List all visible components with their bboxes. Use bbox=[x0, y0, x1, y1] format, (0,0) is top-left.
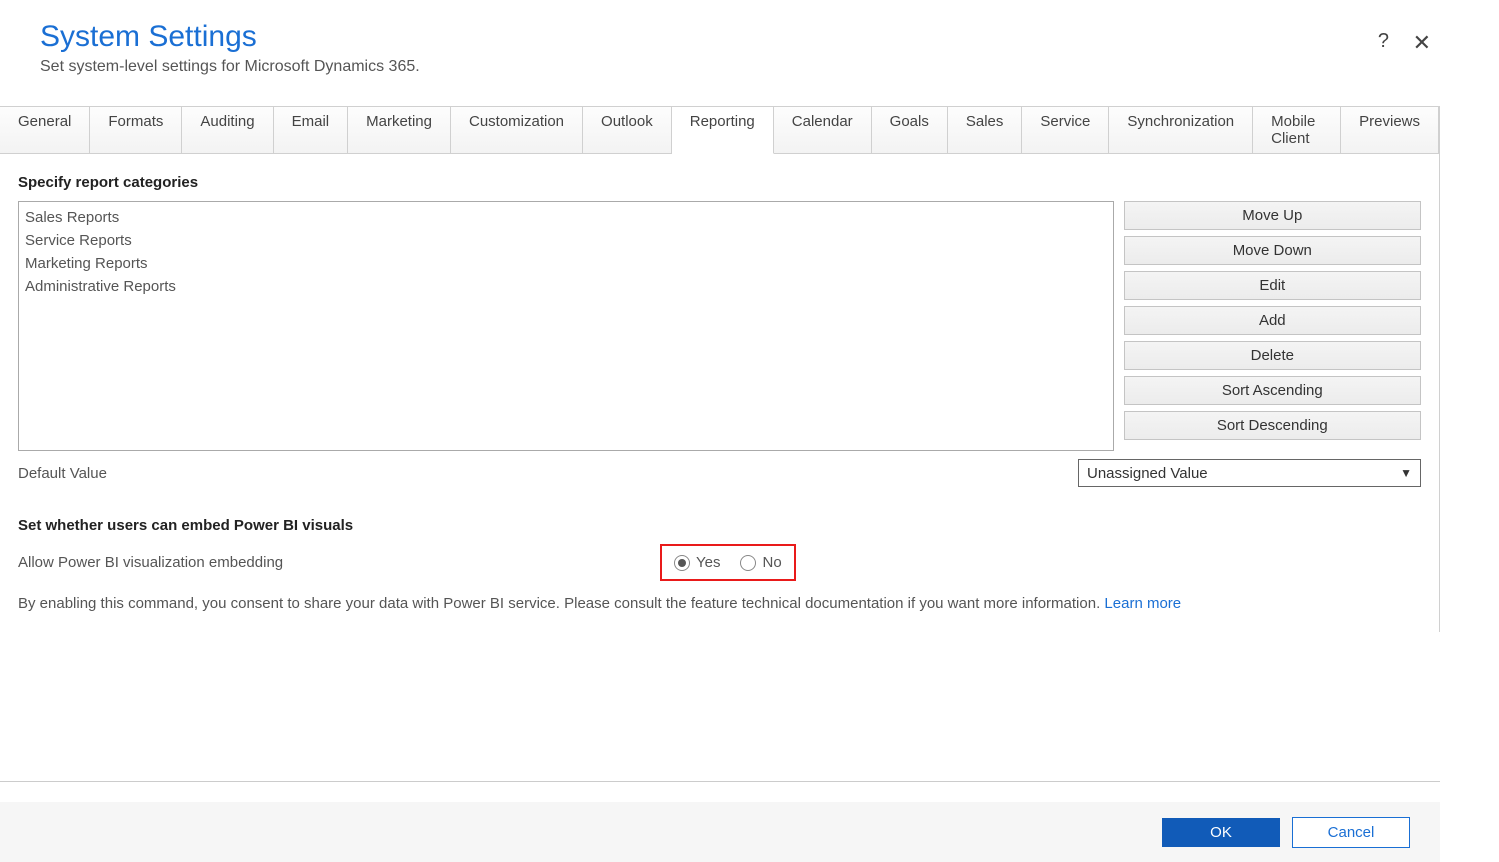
radio-circle-icon bbox=[740, 555, 756, 571]
tab-formats[interactable]: Formats bbox=[90, 107, 182, 153]
page-subtitle: Set system-level settings for Microsoft … bbox=[40, 58, 1459, 76]
dialog-footer: OK Cancel bbox=[0, 802, 1440, 862]
listbox-actions: Move Up Move Down Edit Add Delete Sort Ascend… bbox=[1124, 201, 1421, 451]
move-up-button[interactable]: Move Up bbox=[1124, 201, 1421, 230]
tab-service[interactable]: Service bbox=[1022, 107, 1109, 153]
default-value-label: Default Value bbox=[18, 465, 1078, 482]
powerbi-radio-group: Yes No bbox=[660, 544, 796, 581]
sort-descending-button[interactable]: Sort Descending bbox=[1124, 411, 1421, 440]
close-icon[interactable]: ✕ bbox=[1413, 30, 1431, 56]
report-categories-listbox[interactable]: Sales ReportsService ReportsMarketing Re… bbox=[18, 201, 1114, 451]
radio-circle-icon bbox=[674, 555, 690, 571]
tab-sales[interactable]: Sales bbox=[948, 107, 1023, 153]
consent-message: By enabling this command, you consent to… bbox=[18, 595, 1104, 612]
page-title: System Settings bbox=[40, 20, 1459, 54]
tab-previews[interactable]: Previews bbox=[1341, 107, 1439, 153]
tab-bar: GeneralFormatsAuditingEmailMarketingCust… bbox=[0, 106, 1440, 154]
sort-ascending-button[interactable]: Sort Ascending bbox=[1124, 376, 1421, 405]
radio-no-label: No bbox=[762, 554, 781, 571]
tab-calendar[interactable]: Calendar bbox=[774, 107, 872, 153]
dialog-header: System Settings Set system-level setting… bbox=[0, 0, 1499, 106]
delete-button[interactable]: Delete bbox=[1124, 341, 1421, 370]
tab-email[interactable]: Email bbox=[274, 107, 349, 153]
tab-mobile-client[interactable]: Mobile Client bbox=[1253, 107, 1341, 153]
radio-yes-label: Yes bbox=[696, 554, 720, 571]
default-value-selected: Unassigned Value bbox=[1087, 465, 1208, 482]
radio-no[interactable]: No bbox=[740, 554, 781, 571]
list-item[interactable]: Sales Reports bbox=[23, 206, 1109, 229]
tab-auditing[interactable]: Auditing bbox=[182, 107, 273, 153]
divider bbox=[0, 781, 1440, 782]
powerbi-embed-label: Allow Power BI visualization embedding bbox=[18, 554, 660, 571]
chevron-down-icon: ▼ bbox=[1400, 466, 1412, 480]
help-icon[interactable]: ? bbox=[1378, 30, 1389, 53]
list-item[interactable]: Administrative Reports bbox=[23, 275, 1109, 298]
list-item[interactable]: Marketing Reports bbox=[23, 252, 1109, 275]
content-area: Specify report categories Sales ReportsS… bbox=[0, 154, 1440, 632]
tab-goals[interactable]: Goals bbox=[872, 107, 948, 153]
edit-button[interactable]: Edit bbox=[1124, 271, 1421, 300]
tab-outlook[interactable]: Outlook bbox=[583, 107, 672, 153]
consent-text: By enabling this command, you consent to… bbox=[18, 595, 1421, 612]
ok-button[interactable]: OK bbox=[1162, 818, 1280, 847]
move-down-button[interactable]: Move Down bbox=[1124, 236, 1421, 265]
learn-more-link[interactable]: Learn more bbox=[1104, 595, 1181, 612]
add-button[interactable]: Add bbox=[1124, 306, 1421, 335]
section-report-categories-title: Specify report categories bbox=[18, 174, 1421, 191]
tab-reporting[interactable]: Reporting bbox=[672, 107, 774, 154]
cancel-button[interactable]: Cancel bbox=[1292, 817, 1410, 848]
section-powerbi-title: Set whether users can embed Power BI vis… bbox=[18, 517, 1421, 534]
radio-yes[interactable]: Yes bbox=[674, 554, 720, 571]
list-item[interactable]: Service Reports bbox=[23, 229, 1109, 252]
tab-customization[interactable]: Customization bbox=[451, 107, 583, 153]
tab-marketing[interactable]: Marketing bbox=[348, 107, 451, 153]
default-value-select[interactable]: Unassigned Value ▼ bbox=[1078, 459, 1421, 487]
tab-general[interactable]: General bbox=[0, 107, 90, 153]
tab-synchronization[interactable]: Synchronization bbox=[1109, 107, 1253, 153]
